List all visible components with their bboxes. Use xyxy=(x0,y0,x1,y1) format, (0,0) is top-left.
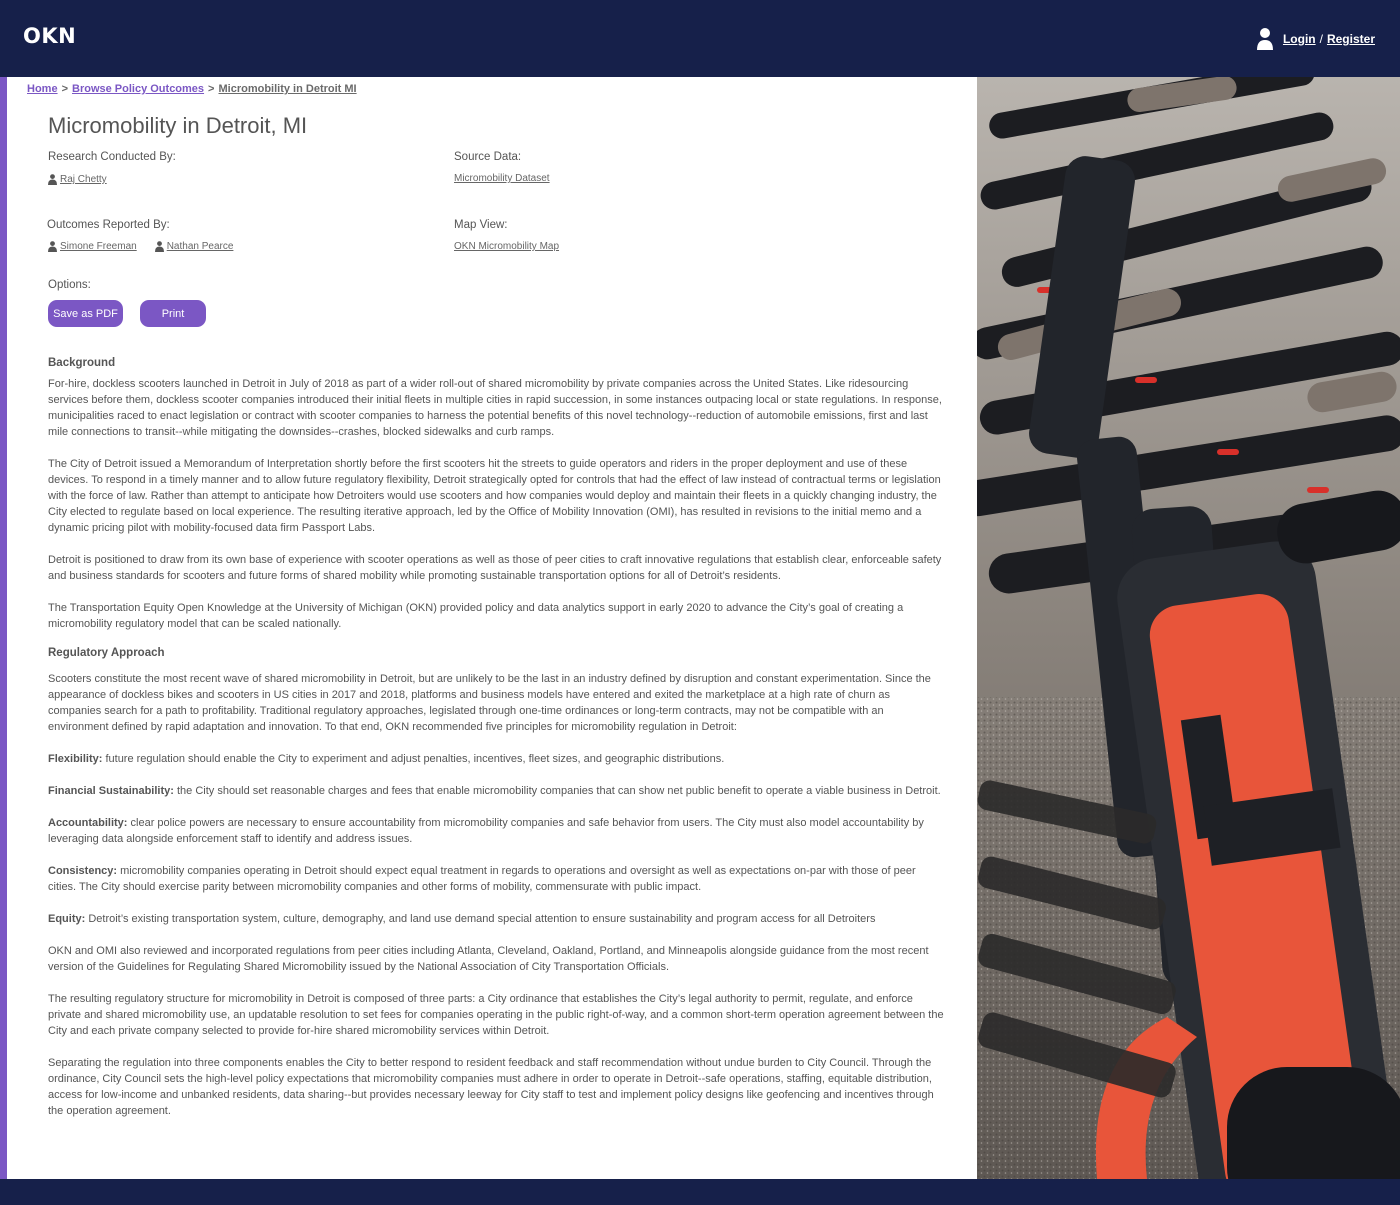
paragraph: Scooters constitute the most recent wave… xyxy=(48,673,931,733)
page-title: Micromobility in Detroit, MI xyxy=(48,113,308,138)
principle-text: the City should set reasonable charges a… xyxy=(173,785,941,797)
breadcrumb-separator: > xyxy=(61,83,68,95)
options-label: Options: xyxy=(48,279,91,291)
breadcrumb-browse-policy-outcomes[interactable]: Browse Policy Outcomes xyxy=(72,83,204,95)
background-heading: Background xyxy=(48,357,116,369)
save-as-pdf-button[interactable]: Save as PDF xyxy=(48,300,123,327)
principle-text: clear police powers are necessary to ens… xyxy=(48,817,924,845)
auth-links: Login / Register xyxy=(1256,27,1375,51)
principle-flexibility: Flexibility: future regulation should en… xyxy=(48,751,946,767)
reporter-link[interactable]: Nathan Pearce xyxy=(167,241,234,252)
scooters-illustration xyxy=(977,77,1400,1179)
article-body: Background For-hire, dockless scooters l… xyxy=(48,355,946,1135)
site-logo[interactable]: OKN xyxy=(23,24,76,48)
principle-accountability: Accountability: clear police powers are … xyxy=(48,815,946,847)
print-button[interactable]: Print xyxy=(140,300,206,327)
source-data-label: Source Data: xyxy=(454,151,522,163)
scooters-photo xyxy=(977,77,1400,1179)
breadcrumb-current: Micromobility in Detroit MI xyxy=(218,83,357,95)
principle-consistency: Consistency: micromobility companies ope… xyxy=(48,863,946,895)
paragraph: Detroit is positioned to draw from its o… xyxy=(48,554,942,582)
breadcrumb: Home > Browse Policy Outcomes > Micromobilit… xyxy=(27,83,357,95)
principle-term: Financial Sustainability: xyxy=(48,785,174,797)
principle-term: Consistency: xyxy=(48,865,118,877)
breadcrumb-home[interactable]: Home xyxy=(27,83,58,95)
source-data-value: Micromobility Dataset xyxy=(454,173,550,184)
top-navbar: OKN Login / Register xyxy=(0,0,1400,77)
researcher-link[interactable]: Raj Chetty xyxy=(60,174,107,185)
principle-text: future regulation should enable the City… xyxy=(102,753,725,765)
paragraph: Separating the regulation into three com… xyxy=(48,1057,934,1117)
login-link[interactable]: Login xyxy=(1283,32,1316,46)
auth-separator: / xyxy=(1319,32,1323,46)
principle-term: Flexibility: xyxy=(48,753,103,765)
paragraph: The resulting regulatory structure for m… xyxy=(48,993,944,1037)
principle-term: Equity: xyxy=(48,913,86,925)
outcomes-label: Outcomes Reported By: xyxy=(47,219,170,231)
left-accent-bar xyxy=(0,77,7,1179)
researcher: Raj Chetty xyxy=(48,174,107,185)
source-data-link[interactable]: Micromobility Dataset xyxy=(454,173,550,184)
reporter: Simone Freeman xyxy=(48,241,137,252)
principle-term: Accountability: xyxy=(48,817,128,829)
person-icon xyxy=(48,174,57,185)
person-icon xyxy=(154,241,164,252)
paragraph: The Transportation Equity Open Knowledge… xyxy=(48,602,904,630)
register-link[interactable]: Register xyxy=(1327,32,1375,46)
paragraph: For-hire, dockless scooters launched in … xyxy=(48,378,942,438)
principle-equity: Equity: Detroit’s existing transportatio… xyxy=(48,911,946,927)
main-content: Home > Browse Policy Outcomes > Micromobilit… xyxy=(7,77,977,1179)
map-view-link[interactable]: OKN Micromobility Map xyxy=(454,241,559,252)
map-view-value: OKN Micromobility Map xyxy=(454,241,559,252)
paragraph: The City of Detroit issued a Memorandum … xyxy=(48,458,941,534)
paragraph: OKN and OMI also reviewed and incorporat… xyxy=(48,945,929,973)
reporter-link[interactable]: Simone Freeman xyxy=(60,241,137,252)
researcher-list: Raj Chetty xyxy=(48,174,125,185)
person-icon xyxy=(48,241,57,252)
breadcrumb-separator: > xyxy=(208,83,215,95)
principle-financial-sustainability: Financial Sustainability: the City shoul… xyxy=(48,783,946,799)
principle-text: Detroit’s existing transportation system… xyxy=(85,913,876,925)
user-icon xyxy=(1256,28,1273,50)
footer-bar xyxy=(0,1179,1400,1205)
reporter: Nathan Pearce xyxy=(154,241,234,252)
research-label: Research Conducted By: xyxy=(48,151,176,163)
reporter-list: Simone Freeman Nathan Pearce xyxy=(48,241,251,252)
regulatory-heading: Regulatory Approach xyxy=(48,647,165,659)
map-view-label: Map View: xyxy=(454,219,508,231)
principle-text: micromobility companies operating in Det… xyxy=(48,865,916,893)
